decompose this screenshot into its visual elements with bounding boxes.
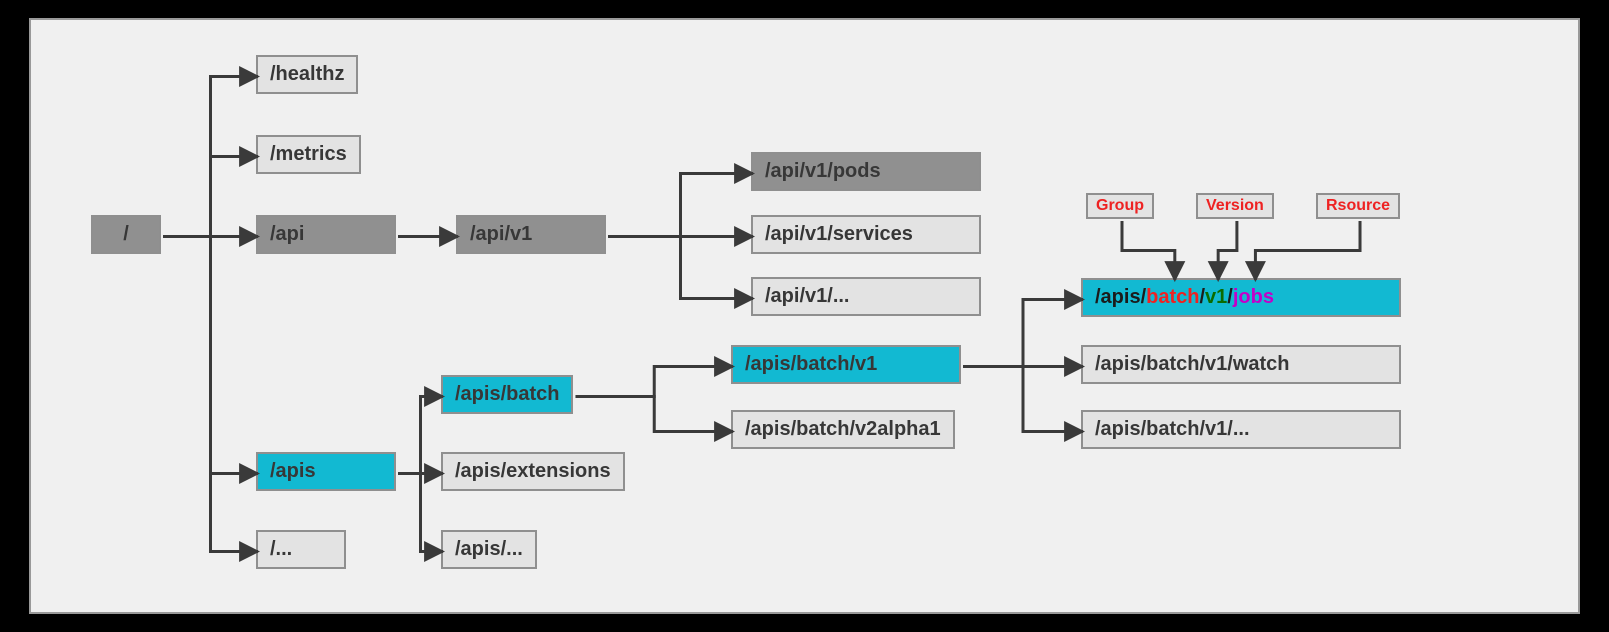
diagram-frame: / /healthz /metrics /api /apis /... /api… [29, 18, 1580, 614]
node-apis: /apis [256, 452, 396, 491]
node-healthz: /healthz [256, 55, 358, 94]
node-metrics: /metrics [256, 135, 361, 174]
node-apis-extensions: /apis/extensions [441, 452, 625, 491]
node-apis-ellipsis: /apis/... [441, 530, 537, 569]
label-resource: Rsource [1316, 193, 1400, 219]
gvr-prefix: /apis/ [1095, 286, 1146, 308]
label-group: Group [1086, 193, 1154, 219]
node-api: /api [256, 215, 396, 254]
node-apis-batch-v1: /apis/batch/v1 [731, 345, 961, 384]
label-version: Version [1196, 193, 1274, 219]
node-apis-batch: /apis/batch [441, 375, 573, 414]
node-root-ellipsis: /... [256, 530, 346, 569]
node-root: / [91, 215, 161, 254]
node-apis-batch-v1-ellipsis: /apis/batch/v1/... [1081, 410, 1401, 449]
gvr-group: batch [1146, 286, 1199, 308]
node-api-v1-services: /api/v1/services [751, 215, 981, 254]
node-api-v1: /api/v1 [456, 215, 606, 254]
gvr-version: v1 [1205, 286, 1227, 308]
node-apis-batch-v1-jobs: /apis/batch/v1/jobs [1081, 278, 1401, 317]
node-apis-batch-v2alpha1: /apis/batch/v2alpha1 [731, 410, 955, 449]
node-apis-batch-v1-watch: /apis/batch/v1/watch [1081, 345, 1401, 384]
edges-layer [31, 20, 1582, 616]
node-api-v1-ellipsis: /api/v1/... [751, 277, 981, 316]
gvr-resource: jobs [1233, 286, 1274, 308]
node-api-v1-pods: /api/v1/pods [751, 152, 981, 191]
